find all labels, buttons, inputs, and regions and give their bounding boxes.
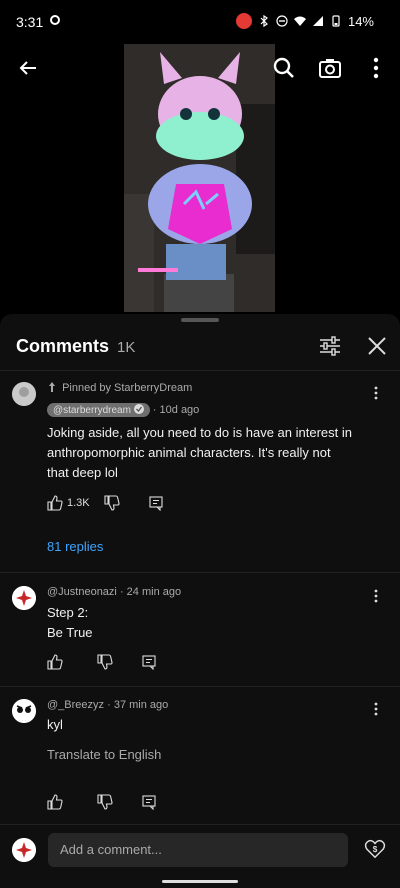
bluetooth-icon <box>260 15 268 27</box>
comment-text-line: anthropomorphic animal characters. It's … <box>47 445 331 460</box>
battery-icon <box>332 15 340 27</box>
video-frame[interactable] <box>124 44 275 312</box>
avatar[interactable] <box>12 699 36 723</box>
status-bar: 3:31 14% <box>0 0 400 42</box>
search-icon[interactable] <box>272 56 296 80</box>
view-replies-link[interactable]: 81 replies <box>47 539 103 554</box>
drag-handle[interactable] <box>181 318 219 322</box>
comment-meta: @Justneonazi · 24 min ago <box>47 586 181 598</box>
avatar-image <box>12 838 36 862</box>
comment-actions: 1.3K <box>47 495 164 511</box>
comment-meta: @_Breezyz · 37 min ago <box>47 699 168 711</box>
pinned-text: Pinned by StarberryDream <box>62 382 193 394</box>
avatar-image <box>12 382 36 406</box>
comment-more-icon[interactable] <box>368 588 384 604</box>
avatar-image <box>12 699 36 723</box>
add-comment-placeholder: Add a comment... <box>60 842 162 857</box>
meta-separator: · <box>119 586 127 598</box>
comment-author[interactable]: @Justneonazi <box>47 586 117 598</box>
battery-percent: 14% <box>347 13 374 29</box>
dislike-icon[interactable] <box>104 495 120 511</box>
recording-badge-icon <box>235 13 252 29</box>
like-icon[interactable] <box>47 794 63 810</box>
translate-link[interactable]: Translate to English <box>47 747 161 762</box>
author-chip[interactable]: @starberrydream <box>47 403 150 417</box>
super-thanks-icon[interactable]: $ <box>364 838 386 860</box>
close-icon[interactable] <box>365 334 389 358</box>
meta-separator: · <box>152 404 160 416</box>
filter-sort-icon[interactable] <box>318 334 342 358</box>
comment-author[interactable]: @_Breezyz <box>47 699 104 711</box>
comment-more-icon[interactable] <box>368 701 384 717</box>
comments-title: Comments <box>16 336 110 356</box>
comment-time: 10d ago <box>159 404 200 416</box>
comment-actions <box>47 654 157 670</box>
comment-text-line: Be True <box>47 625 93 640</box>
like-count: 1.3K <box>67 497 90 509</box>
comment-text: kyl <box>47 715 63 735</box>
composer-divider <box>0 824 400 825</box>
avatar[interactable] <box>12 382 36 406</box>
comment-divider <box>0 686 400 687</box>
comments-count: 1K <box>117 339 136 356</box>
signal-icon <box>312 16 323 26</box>
dislike-icon[interactable] <box>97 654 113 670</box>
reply-icon[interactable] <box>148 495 164 511</box>
camera-icon[interactable] <box>318 56 342 80</box>
meta-separator: · <box>107 699 114 711</box>
avatar-image <box>12 586 36 610</box>
comment-text-line: Joking aside, all you need to do is have… <box>47 425 352 440</box>
status-icons: 14% <box>235 13 374 29</box>
wifi-icon <box>293 16 306 26</box>
like-icon[interactable] <box>47 654 63 670</box>
video-player[interactable] <box>0 42 400 314</box>
verified-check-icon <box>133 404 144 414</box>
status-time: 3:31 <box>16 14 44 30</box>
add-comment-input[interactable]: Add a comment... <box>48 833 348 867</box>
comment-text-line: Step 2: <box>47 605 89 620</box>
comment-text-line: kyl <box>47 717 63 732</box>
comment-meta: @starberrydream · 10d ago <box>47 403 199 417</box>
svg-text:$: $ <box>373 845 378 854</box>
reply-icon[interactable] <box>141 794 157 810</box>
pin-icon <box>49 382 55 392</box>
avatar[interactable] <box>12 586 36 610</box>
my-avatar[interactable] <box>12 838 36 862</box>
reply-icon[interactable] <box>141 654 157 670</box>
more-vert-icon[interactable] <box>364 56 388 80</box>
comment-text-line: that deep lol <box>47 465 118 480</box>
screen-record-icon <box>50 15 60 25</box>
comment-text: Step 2: Be True <box>47 603 93 643</box>
comment-more-icon[interactable] <box>368 385 384 401</box>
comment-actions <box>47 794 157 810</box>
comment-author[interactable]: @starberrydream <box>53 405 131 416</box>
like-icon[interactable] <box>47 495 63 511</box>
comment-time: 24 min ago <box>126 586 182 598</box>
comment-divider <box>0 572 400 573</box>
dislike-icon[interactable] <box>97 794 113 810</box>
comment-time: 37 min ago <box>113 699 169 711</box>
dnd-icon <box>276 15 288 27</box>
comment-text: Joking aside, all you need to do is have… <box>47 423 352 483</box>
back-arrow-icon[interactable] <box>16 56 40 80</box>
video-thumbnail-image <box>124 44 275 312</box>
header-divider <box>0 370 400 371</box>
pinned-label: Pinned by StarberryDream <box>48 382 192 394</box>
home-indicator[interactable] <box>162 880 238 883</box>
